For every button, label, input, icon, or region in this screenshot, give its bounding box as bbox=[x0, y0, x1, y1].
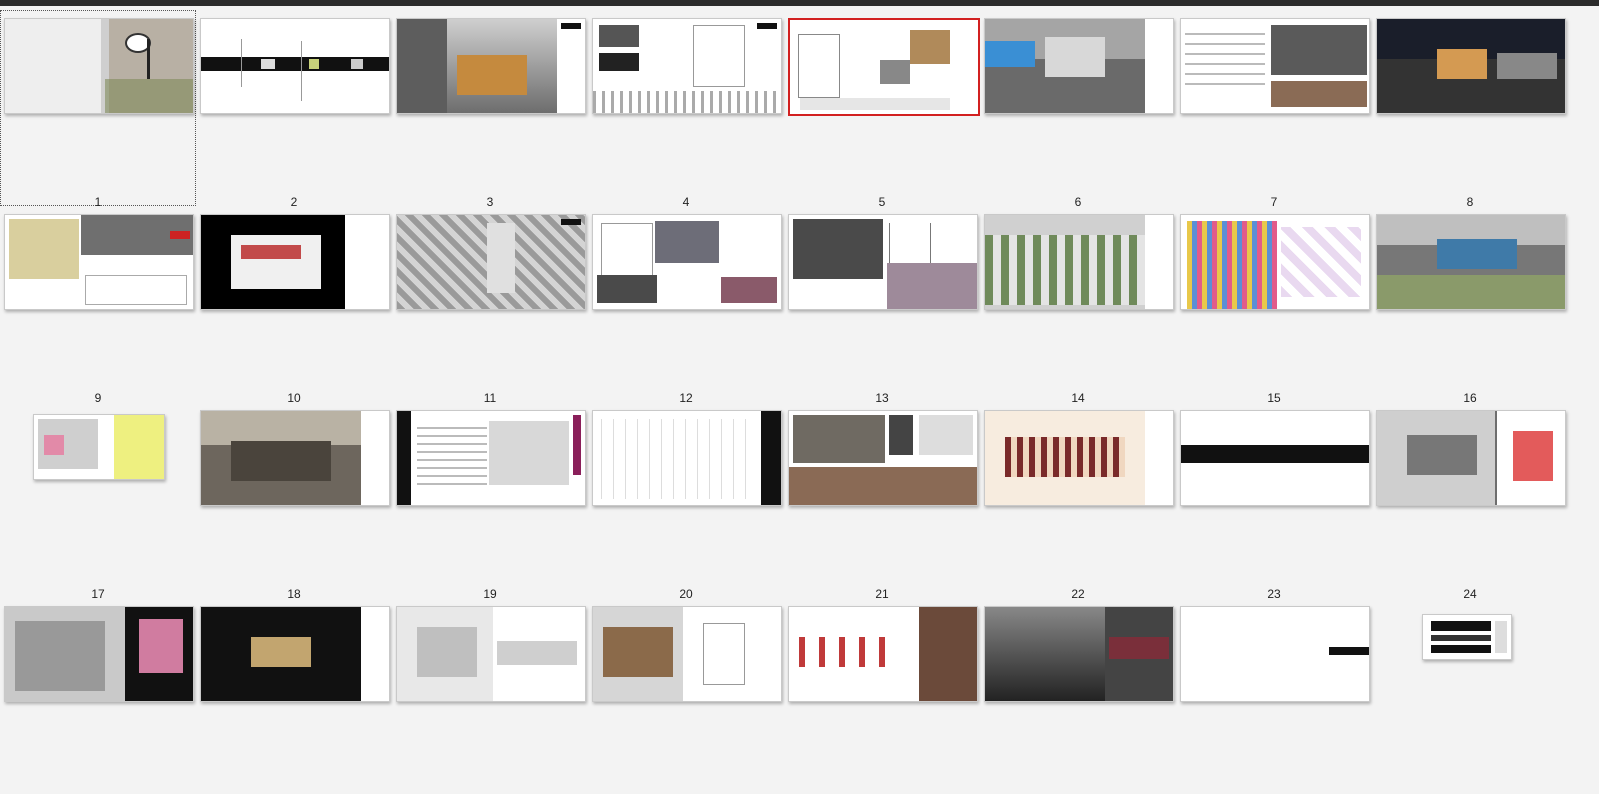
slide-cell-26[interactable] bbox=[196, 598, 392, 794]
slide-thumbnail-28[interactable] bbox=[592, 606, 782, 702]
slide-cell-23[interactable]: 23 bbox=[1176, 402, 1372, 601]
slide-cell-14[interactable]: 14 bbox=[980, 206, 1176, 405]
slide-cell-4[interactable]: 4 bbox=[588, 10, 784, 209]
slide-thumbnail-11[interactable] bbox=[396, 214, 586, 310]
slide-cell-20[interactable]: 20 bbox=[588, 402, 784, 601]
slide-thumbnail-6[interactable] bbox=[984, 18, 1174, 114]
slide-thumbnail-10[interactable] bbox=[200, 214, 390, 310]
slide-thumbnail-16[interactable] bbox=[1376, 214, 1566, 310]
slide-thumbnail-32[interactable] bbox=[1422, 614, 1512, 660]
slide-thumbnail-25[interactable] bbox=[4, 606, 194, 702]
slide-cell-30[interactable] bbox=[980, 598, 1176, 794]
slide-cell-31[interactable] bbox=[1176, 598, 1372, 794]
slide-cell-16[interactable]: 16 bbox=[1372, 206, 1568, 405]
slide-thumbnail-24[interactable] bbox=[1376, 410, 1566, 506]
slide-cell-13[interactable]: 13 bbox=[784, 206, 980, 405]
slide-cell-7[interactable]: 7 bbox=[1176, 10, 1372, 209]
slide-cell-1[interactable]: 1 bbox=[0, 10, 196, 209]
slide-thumbnail-23[interactable] bbox=[1180, 410, 1370, 506]
slide-thumbnail-4[interactable] bbox=[592, 18, 782, 114]
slide-thumbnail-30[interactable] bbox=[984, 606, 1174, 702]
slide-cell-21[interactable]: 21 bbox=[784, 402, 980, 601]
slide-thumbnail-18[interactable] bbox=[200, 410, 390, 506]
slide-thumbnail-26[interactable] bbox=[200, 606, 390, 702]
slide-cell-12[interactable]: 12 bbox=[588, 206, 784, 405]
slide-thumbnail-19[interactable] bbox=[396, 410, 586, 506]
slide-thumbnail-7[interactable] bbox=[1180, 18, 1370, 114]
slide-thumbnail-21[interactable] bbox=[788, 410, 978, 506]
slide-thumbnail-20[interactable] bbox=[592, 410, 782, 506]
slide-cell-27[interactable] bbox=[392, 598, 588, 794]
slide-thumbnail-12[interactable] bbox=[592, 214, 782, 310]
slide-thumbnail-3[interactable] bbox=[396, 18, 586, 114]
slide-cell-3[interactable]: 3 bbox=[392, 10, 588, 209]
slide-cell-5[interactable]: 5 bbox=[784, 10, 980, 209]
slide-cell-18[interactable]: 18 bbox=[196, 402, 392, 601]
slide-thumbnail-14[interactable] bbox=[984, 214, 1174, 310]
slide-thumbnail-8[interactable] bbox=[1376, 18, 1566, 114]
slide-cell-32[interactable] bbox=[1372, 598, 1568, 794]
slide-cell-19[interactable]: 19 bbox=[392, 402, 588, 601]
slide-cell-24[interactable]: 24 bbox=[1372, 402, 1568, 601]
slide-cell-17[interactable]: 17 bbox=[0, 402, 196, 601]
slide-thumbnail-9[interactable] bbox=[4, 214, 194, 310]
slide-thumbnail-13[interactable] bbox=[788, 214, 978, 310]
slide-thumbnail-29[interactable] bbox=[788, 606, 978, 702]
slide-cell-25[interactable] bbox=[0, 598, 196, 794]
slide-cell-28[interactable] bbox=[588, 598, 784, 794]
slide-cell-29[interactable] bbox=[784, 598, 980, 794]
slide-thumbnail-27[interactable] bbox=[396, 606, 586, 702]
slide-cell-15[interactable]: 15 bbox=[1176, 206, 1372, 405]
slide-thumbnail-17[interactable] bbox=[33, 414, 165, 480]
slide-cell-2[interactable]: 2 bbox=[196, 10, 392, 209]
window-top-border bbox=[0, 0, 1599, 6]
slide-cell-8[interactable]: 8 bbox=[1372, 10, 1568, 209]
slide-thumbnail-5[interactable] bbox=[788, 18, 980, 116]
slide-cell-6[interactable]: 6 bbox=[980, 10, 1176, 209]
slide-cell-11[interactable]: 11 bbox=[392, 206, 588, 405]
slide-thumbnail-31[interactable] bbox=[1180, 606, 1370, 702]
slide-thumbnail-15[interactable] bbox=[1180, 214, 1370, 310]
slide-cell-10[interactable]: 10 bbox=[196, 206, 392, 405]
slide-thumbnail-2[interactable] bbox=[200, 18, 390, 114]
slide-thumbnail-1[interactable] bbox=[4, 18, 194, 114]
slide-thumbnail-22[interactable] bbox=[984, 410, 1174, 506]
slide-cell-22[interactable]: 22 bbox=[980, 402, 1176, 601]
slide-cell-9[interactable]: 9 bbox=[0, 206, 196, 405]
